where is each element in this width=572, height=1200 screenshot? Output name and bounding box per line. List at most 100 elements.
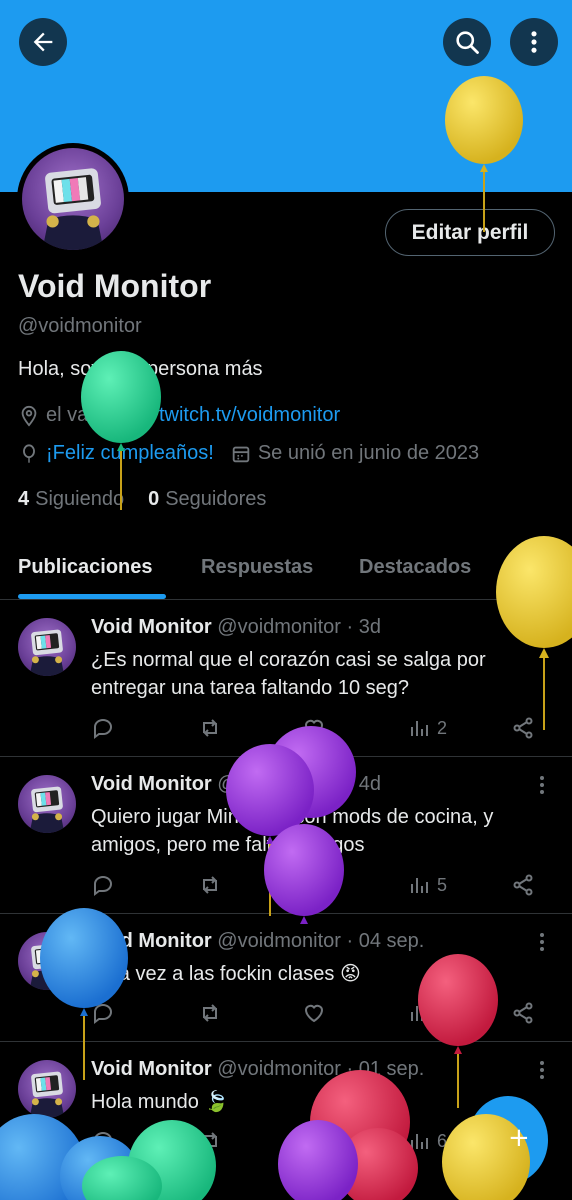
repost-button[interactable] <box>198 713 228 743</box>
views-button[interactable]: 5 <box>407 870 447 900</box>
like-button[interactable] <box>302 1126 332 1156</box>
post-header: Void Monitor @voidmonitor · 04 sep. <box>91 930 424 953</box>
post-meta: @voidmonitor · 01 sep. <box>217 1058 425 1080</box>
heart-icon <box>304 1132 324 1151</box>
views-count: 5 <box>437 874 448 895</box>
post-author-name[interactable]: Void Monitor <box>91 1058 212 1080</box>
link-icon <box>131 405 153 427</box>
profile-birthday[interactable]: ¡Feliz cumpleaños! <box>46 442 214 465</box>
views-icon <box>411 721 428 736</box>
tab-respuestas[interactable]: Respuestas <box>201 556 313 579</box>
profile-name: Void Monitor <box>18 268 212 304</box>
post-text: Hola mundo 🍃 <box>91 1091 230 1113</box>
profile-meta-row-2: ¡Feliz cumpleaños! Se unió en junio de 2… <box>18 442 479 465</box>
reply-icon <box>94 876 112 896</box>
following-link[interactable]: 4 Siguiendo <box>18 488 124 511</box>
reply-button[interactable] <box>91 713 121 743</box>
post-actions: 5 <box>91 998 551 1028</box>
post-item[interactable]: Void Monitor @voidmonitor · 04 sep. Otra… <box>0 914 572 1042</box>
followers-link[interactable]: 0 Seguidores <box>148 488 266 511</box>
post-text: Quiero jugar Minecraft con mods de cocin… <box>91 806 494 856</box>
post-author-name[interactable]: Void Monitor <box>91 930 212 952</box>
repost-icon <box>203 1132 217 1150</box>
reply-icon <box>94 719 112 739</box>
views-button[interactable]: 6 <box>407 1126 447 1156</box>
location-icon <box>18 405 40 427</box>
edit-profile-button[interactable]: Editar perfil <box>385 209 555 256</box>
back-button[interactable] <box>19 18 67 66</box>
reply-icon <box>94 1004 112 1024</box>
balloon-icon <box>18 443 40 465</box>
post-item[interactable]: Void Monitor @voidmonitor · 3d ¿Es norma… <box>0 600 572 757</box>
tab-publicaciones[interactable]: Publicaciones <box>18 556 153 579</box>
like-button[interactable] <box>302 713 332 743</box>
reply-button[interactable] <box>91 870 121 900</box>
profile-handle: @voidmonitor <box>18 315 142 337</box>
tab-destacados[interactable]: Destacados <box>359 556 471 579</box>
share-button[interactable] <box>511 998 541 1028</box>
repost-icon <box>203 719 217 737</box>
post-meta: @voidmonitor · 4d <box>217 773 381 795</box>
more-options-button[interactable] <box>510 18 558 66</box>
post-text: Otra vez a las fockin clases 😡 <box>91 963 361 985</box>
heart-icon <box>304 876 324 895</box>
reply-button[interactable] <box>91 1126 121 1156</box>
share-button[interactable] <box>511 870 541 900</box>
share-icon <box>513 717 533 739</box>
reply-button[interactable] <box>91 998 121 1028</box>
heart-icon <box>304 1004 324 1023</box>
share-icon <box>513 1002 533 1024</box>
post-actions: 2 <box>91 713 551 743</box>
more-vertical-icon[interactable] <box>534 616 550 640</box>
profile-website-link[interactable]: twitch.tv/voidmonitor <box>159 404 340 427</box>
profile-location: el vacío <box>46 404 115 426</box>
views-button[interactable]: 2 <box>407 713 447 743</box>
views-count: 2 <box>437 717 448 738</box>
repost-icon <box>203 1004 217 1022</box>
like-button[interactable] <box>302 998 332 1028</box>
more-vertical-icon[interactable] <box>534 773 550 797</box>
tab-multimedia[interactable]: Multi <box>517 556 564 579</box>
profile-meta-row-1: el vacío twitch.tv/voidmonitor <box>18 404 340 427</box>
avatar[interactable] <box>18 618 76 676</box>
post-header: Void Monitor @voidmonitor · 01 sep. <box>91 1058 424 1081</box>
more-vertical-icon[interactable] <box>534 1058 550 1082</box>
heart-icon <box>304 719 324 738</box>
share-button[interactable] <box>511 713 541 743</box>
avatar[interactable] <box>18 775 76 833</box>
avatar[interactable] <box>18 1060 76 1118</box>
reply-icon <box>94 1132 112 1152</box>
repost-icon <box>203 876 217 894</box>
profile-joined: Se unió en junio de 2023 <box>257 442 480 464</box>
search-button[interactable] <box>443 18 491 66</box>
views-count: 6 <box>437 1130 448 1151</box>
views-count: 5 <box>437 1002 448 1023</box>
views-button[interactable]: 5 <box>407 998 447 1028</box>
profile-avatar[interactable] <box>17 143 129 255</box>
avatar[interactable] <box>18 932 76 990</box>
follow-stats: 4 Siguiendo 0 Seguidores <box>18 488 266 511</box>
profile-bio: Hola, soy otra persona más <box>18 358 263 380</box>
post-text: ¿Es normal que el corazón casi se salga … <box>91 649 486 699</box>
post-meta: @voidmonitor · 04 sep. <box>217 930 425 952</box>
post-author-name[interactable]: Void Monitor <box>91 773 212 795</box>
post-author-name[interactable]: Void Monitor <box>91 616 212 638</box>
arrow-left-icon <box>33 32 53 52</box>
active-tab-indicator <box>18 594 166 599</box>
more-vertical-icon <box>531 31 537 53</box>
like-button[interactable] <box>302 870 332 900</box>
post-item[interactable]: Void Monitor @voidmonitor · 01 sep. Hola… <box>0 1042 572 1200</box>
post-item[interactable]: Void Monitor @voidmonitor · 4d Quiero ju… <box>0 757 572 914</box>
post-header: Void Monitor @voidmonitor · 3d <box>91 616 381 639</box>
repost-button[interactable] <box>198 998 228 1028</box>
search-icon <box>456 31 479 54</box>
views-icon <box>411 1134 428 1149</box>
calendar-icon <box>230 443 252 465</box>
repost-button[interactable] <box>198 1126 228 1156</box>
post-meta: @voidmonitor · 3d <box>217 616 381 638</box>
share-icon <box>513 874 533 896</box>
post-actions: 6 <box>91 1126 551 1156</box>
more-vertical-icon[interactable] <box>534 930 550 954</box>
repost-button[interactable] <box>198 870 228 900</box>
post-header: Void Monitor @voidmonitor · 4d <box>91 773 381 796</box>
